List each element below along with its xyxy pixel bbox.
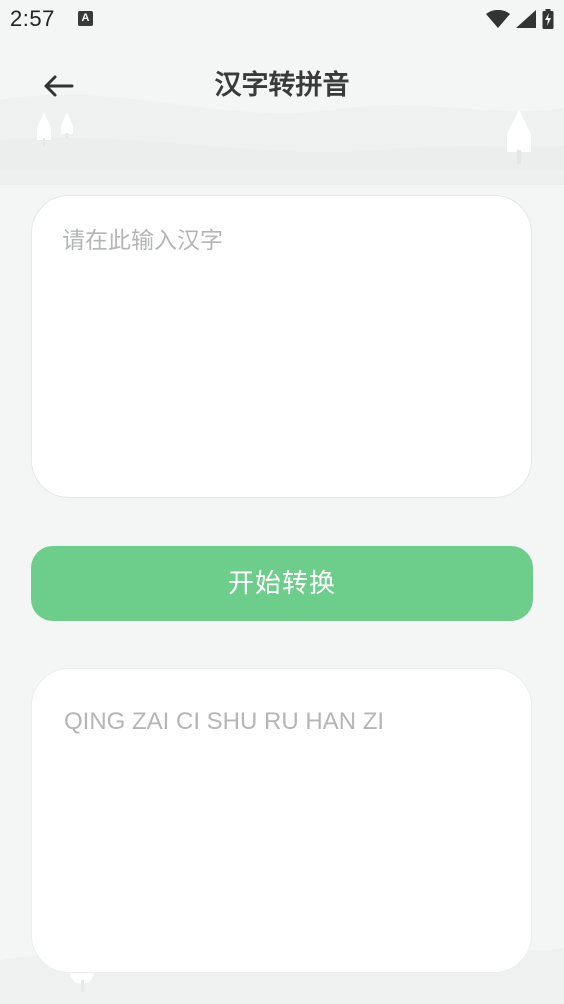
app-header: 汉字转拼音 <box>0 56 564 116</box>
output-card: QING ZAI CI SHU RU HAN ZI <box>31 668 532 973</box>
hanzi-input[interactable] <box>62 224 502 469</box>
battery-charging-icon <box>542 9 554 29</box>
status-bar: 2:57 A <box>0 0 564 40</box>
page-title: 汉字转拼音 <box>214 70 350 101</box>
notification-a-icon: A <box>78 11 93 26</box>
signal-icon <box>516 10 536 28</box>
pinyin-output: QING ZAI CI SHU RU HAN ZI <box>64 708 385 735</box>
input-card <box>31 195 532 498</box>
convert-button[interactable]: 开始转换 <box>31 546 533 621</box>
status-icons <box>486 9 554 29</box>
status-time: 2:57 <box>10 6 55 31</box>
wifi-icon <box>486 10 510 28</box>
